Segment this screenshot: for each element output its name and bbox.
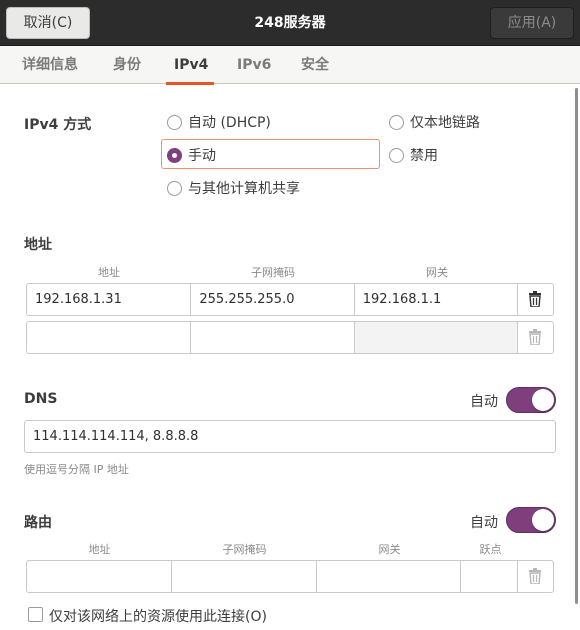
tab-bar: 详细信息 身份 IPv4 IPv6 安全: [0, 46, 580, 85]
only-local-checkbox[interactable]: [28, 607, 43, 622]
dns-hint: 使用逗号分隔 IP 地址: [24, 463, 129, 476]
route-metric-input[interactable]: [461, 561, 519, 592]
address-row: 192.168.1.31 255.255.255.0 192.168.1.1: [26, 283, 554, 316]
addresses-section-title: 地址: [24, 237, 52, 253]
address-input[interactable]: 192.168.1.31: [27, 284, 192, 315]
dns-input[interactable]: 114.114.114.114, 8.8.8.8: [24, 420, 556, 453]
route-gateway-input[interactable]: [317, 561, 462, 592]
routes-col-address: 地址: [88, 543, 111, 556]
radio-indicator: [389, 114, 404, 130]
radio-manual[interactable]: 手动: [167, 144, 216, 166]
dns-section-title: DNS: [24, 391, 58, 407]
radio-indicator: [389, 147, 404, 163]
trash-icon: [518, 560, 552, 592]
radio-shared[interactable]: 与其他计算机共享: [167, 177, 300, 199]
address-row-empty: [26, 321, 554, 354]
routes-auto-label: 自动: [470, 515, 498, 531]
tab-security[interactable]: 安全: [300, 46, 330, 84]
radio-disabled[interactable]: 禁用: [389, 144, 438, 166]
gateway-input[interactable]: [354, 322, 519, 353]
radio-manual-label: 手动: [188, 148, 216, 164]
switch-knob: [532, 509, 554, 531]
address-input[interactable]: [27, 322, 192, 353]
radio-indicator: [167, 180, 182, 196]
trash-icon: [518, 321, 552, 353]
route-address-input[interactable]: [27, 561, 173, 592]
scrollbar[interactable]: [575, 88, 578, 604]
routes-section-title: 路由: [24, 515, 52, 531]
tab-details[interactable]: 详细信息: [20, 46, 80, 84]
netmask-input[interactable]: 255.255.255.0: [191, 284, 355, 315]
radio-auto-dhcp[interactable]: 自动 (DHCP): [167, 111, 271, 133]
switch-knob: [532, 389, 554, 411]
gateway-input[interactable]: 192.168.1.1: [355, 284, 519, 315]
tab-ipv6[interactable]: IPv6: [237, 46, 271, 84]
radio-indicator: [167, 114, 182, 130]
routes-col-gateway: 网关: [378, 543, 401, 556]
routes-col-metric: 跃点: [479, 543, 502, 556]
route-netmask-input[interactable]: [172, 561, 317, 592]
radio-link-local-label: 仅本地链路: [410, 115, 480, 131]
addresses-col-netmask: 子网掩码: [251, 266, 295, 279]
trash-icon[interactable]: [518, 283, 552, 315]
routes-auto-switch[interactable]: [506, 507, 556, 533]
apply-button[interactable]: 应用(A): [490, 7, 574, 39]
netmask-input[interactable]: [191, 322, 355, 353]
ipv4-method-label: IPv4 方式: [24, 117, 92, 133]
radio-indicator-checked: [167, 147, 182, 163]
dns-auto-switch[interactable]: [506, 387, 556, 413]
addresses-col-address: 地址: [98, 266, 120, 279]
radio-disabled-label: 禁用: [410, 148, 438, 164]
route-row: [26, 560, 554, 593]
routes-col-netmask: 子网掩码: [222, 543, 267, 556]
tab-identity[interactable]: 身份: [112, 46, 142, 84]
radio-shared-label: 与其他计算机共享: [188, 181, 300, 197]
addresses-col-gateway: 网关: [426, 266, 448, 279]
header-bar: 取消(C) 248服务器 应用(A): [0, 0, 580, 46]
only-local-label[interactable]: 仅对该网络上的资源使用此连接(O): [49, 606, 267, 626]
tab-ipv4[interactable]: IPv4: [166, 46, 214, 85]
radio-link-local[interactable]: 仅本地链路: [389, 111, 480, 133]
dns-auto-label: 自动: [470, 394, 498, 410]
radio-auto-dhcp-label: 自动 (DHCP): [188, 115, 271, 131]
